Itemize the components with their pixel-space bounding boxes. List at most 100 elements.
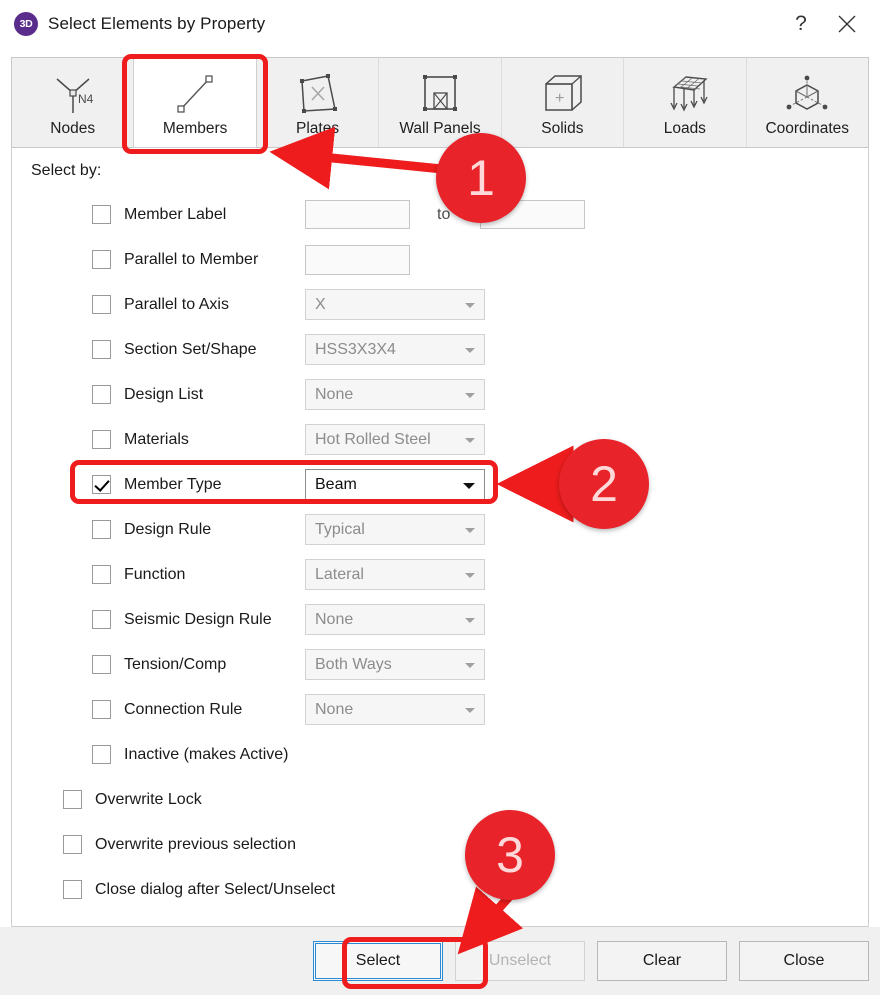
checkbox-wrap[interactable] [90,565,112,584]
row-label: Function [124,565,186,583]
row-function: Function Lateral [12,552,868,597]
input-parallel-to-member[interactable] [305,244,410,275]
dropdown-design-list[interactable]: None [305,379,485,410]
wall-panels-icon [409,70,471,118]
checkbox-design-list[interactable] [91,385,111,404]
row-label: Close dialog after Select/Unselect [95,880,336,898]
checkbox-design-rule[interactable] [91,520,111,539]
row-label: Tension/Comp [124,655,227,673]
checkbox-wrap[interactable] [90,610,112,629]
checkbox-overwrite-lock[interactable] [62,790,82,809]
checkbox-close-dialog-after[interactable] [62,880,82,899]
dropdown-section-set-shape[interactable]: HSS3X3X4 [305,334,485,365]
dropdown-parallel-to-axis[interactable]: X [305,289,485,320]
checkbox-wrap[interactable] [90,700,112,719]
dropdown-function[interactable]: Lateral [305,559,485,590]
row-label: Parallel to Member [124,250,259,268]
svg-text:N4: N4 [78,92,94,106]
input-member-label-from[interactable] [305,200,410,229]
dropdown-tension-comp[interactable]: Both Ways [305,649,485,680]
select-by-label: Select by: [31,162,102,179]
checkbox-seismic-design-rule[interactable] [91,610,111,629]
checkbox-connection-rule[interactable] [91,700,111,719]
chevron-down-icon [465,392,475,398]
select-by-panel: Select by: Member Label to Parallel to M… [11,148,869,927]
dropdown-value: Lateral [315,565,364,583]
tab-nodes[interactable]: N4 Nodes [12,58,135,147]
tab-label: Nodes [50,120,96,137]
checkbox-section-set-shape[interactable] [91,340,111,359]
checkbox-wrap[interactable] [90,205,112,224]
row-label: Design Rule [124,520,212,538]
close-button[interactable]: Close [739,941,869,981]
chevron-down-icon [465,617,475,623]
row-parallel-to-member: Parallel to Member [12,237,868,282]
checkbox-inactive[interactable] [91,745,111,764]
checkbox-wrap[interactable] [61,790,83,809]
dropdown-value: Hot Rolled Steel [315,430,431,448]
dropdown-value: None [315,700,354,718]
tab-solids[interactable]: + Solids [501,58,625,147]
row-overwrite-lock: Overwrite Lock [12,777,868,822]
svg-text:+: + [555,90,564,107]
chevron-down-icon [465,527,475,533]
dropdown-value: Typical [315,520,365,538]
clear-button[interactable]: Clear [597,941,727,981]
checkbox-wrap[interactable] [90,655,112,674]
checkbox-wrap[interactable] [90,745,112,764]
annotation-badge-1: 1 [436,133,526,223]
tab-plates[interactable]: Plates [256,58,380,147]
checkbox-wrap[interactable] [90,295,112,314]
checkbox-wrap[interactable] [90,250,112,269]
checkbox-function[interactable] [91,565,111,584]
dropdown-value: None [315,610,354,628]
nodes-icon: N4 [42,70,104,118]
tab-coordinates[interactable]: Coordinates [746,58,868,147]
checkbox-wrap[interactable] [90,385,112,404]
checkbox-tension-comp[interactable] [91,655,111,674]
app-logo-3d-icon: 3D [14,11,38,36]
row-overwrite-previous-selection: Overwrite previous selection [12,822,868,867]
tab-label: Plates [296,120,340,137]
checkbox-wrap[interactable] [61,835,83,854]
row-connection-rule: Connection Rule None [12,687,868,732]
row-member-label: Member Label to [12,192,868,237]
row-parallel-to-axis: Parallel to Axis X [12,282,868,327]
annotation-highlight-member-type-row [70,460,498,504]
dialog-title: Select Elements by Property [48,13,266,33]
chevron-down-icon [465,707,475,713]
tab-label: Loads [663,120,706,137]
row-label: Overwrite previous selection [95,835,296,853]
checkbox-parallel-to-axis[interactable] [91,295,111,314]
annotation-highlight-members-tab [122,54,268,154]
chevron-down-icon [465,662,475,668]
tab-label: Coordinates [765,120,850,137]
chevron-down-icon [465,347,475,353]
row-design-list: Design List None [12,372,868,417]
chevron-down-icon [465,437,475,443]
checkbox-member-label[interactable] [91,205,111,224]
chevron-down-icon [465,572,475,578]
close-icon[interactable] [824,0,870,47]
dropdown-seismic-design-rule[interactable]: None [305,604,485,635]
dropdown-design-rule[interactable]: Typical [305,514,485,545]
row-label: Connection Rule [124,700,243,718]
row-seismic-design-rule: Seismic Design Rule None [12,597,868,642]
tab-label: Solids [541,120,584,137]
row-label: Overwrite Lock [95,790,202,808]
checkbox-materials[interactable] [91,430,111,449]
tab-loads[interactable]: Loads [624,58,747,147]
checkbox-parallel-to-member[interactable] [91,250,111,269]
dropdown-value: X [315,295,326,313]
chevron-down-icon [465,302,475,308]
checkbox-wrap[interactable] [90,430,112,449]
dropdown-materials[interactable]: Hot Rolled Steel [305,424,485,455]
row-label: Section Set/Shape [124,340,257,358]
help-icon[interactable]: ? [778,0,824,47]
checkbox-wrap[interactable] [90,520,112,539]
checkbox-wrap[interactable] [61,880,83,899]
checkbox-overwrite-previous-selection[interactable] [62,835,82,854]
dropdown-connection-rule[interactable]: None [305,694,485,725]
title-bar: 3D Select Elements by Property ? [0,0,880,47]
checkbox-wrap[interactable] [90,340,112,359]
